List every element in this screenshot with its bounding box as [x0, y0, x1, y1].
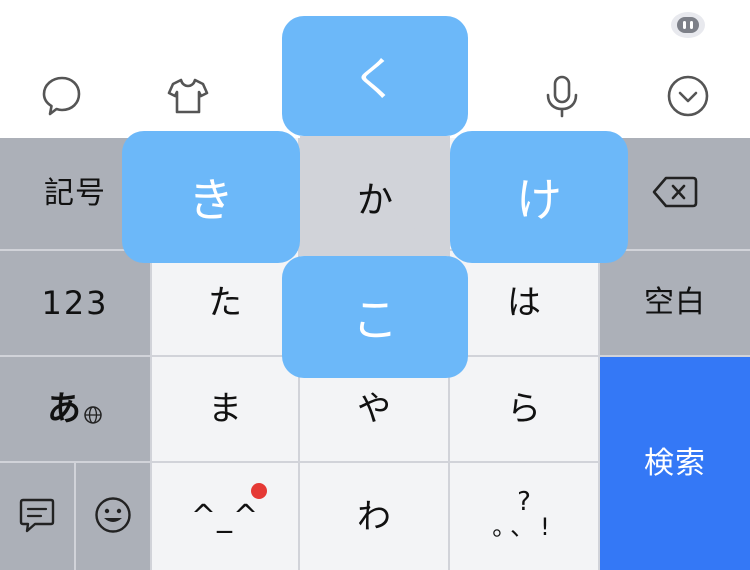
- flick-right-petal[interactable]: け: [450, 131, 628, 263]
- note-bubble-icon: [17, 495, 57, 539]
- robot-assistant-icon[interactable]: [660, 0, 716, 50]
- delete-backspace-icon: [651, 174, 699, 214]
- flick-left-petal[interactable]: き: [122, 131, 300, 263]
- space-key-label: 空白: [644, 285, 706, 320]
- notes-key[interactable]: [0, 463, 74, 570]
- globe-icon: [83, 405, 103, 429]
- symbols-key-label: 記号: [44, 175, 106, 211]
- chevron-down-circle-icon[interactable]: [658, 66, 718, 126]
- punctuation-top-label: ?: [517, 486, 531, 517]
- flick-center-label: か: [356, 180, 393, 221]
- emoticon-key-label: ^_^: [190, 498, 260, 534]
- flick-down-petal[interactable]: こ: [282, 256, 468, 378]
- speech-bubble-icon[interactable]: [32, 66, 92, 126]
- notification-dot: [251, 483, 267, 499]
- key-wa-row[interactable]: わ: [300, 463, 448, 570]
- punctuation-key[interactable]: ? 。、!: [450, 463, 598, 570]
- key-ra-row-label: ら: [507, 389, 541, 429]
- emoji-key[interactable]: [76, 463, 150, 570]
- flick-popup: く き け こ か: [122, 16, 628, 378]
- key-ma-row-label: ま: [208, 389, 242, 429]
- numbers-key-label: 123: [41, 284, 109, 322]
- input-mode-label: あ: [47, 389, 81, 429]
- flick-up-label: く: [352, 52, 398, 106]
- flick-right-label: け: [516, 173, 562, 227]
- emoticon-key[interactable]: ^_^: [152, 463, 298, 570]
- key-wa-row-label: わ: [357, 496, 391, 537]
- flick-left-label: き: [188, 173, 234, 227]
- punctuation-bottom-label: 。、!: [492, 512, 556, 541]
- smiley-icon: [93, 495, 133, 539]
- key-ya-row-label: や: [357, 389, 391, 429]
- search-key[interactable]: 検索: [600, 357, 750, 570]
- search-key-label: 検索: [644, 445, 706, 481]
- flick-up-petal[interactable]: く: [282, 16, 468, 136]
- flick-down-label: こ: [352, 293, 398, 347]
